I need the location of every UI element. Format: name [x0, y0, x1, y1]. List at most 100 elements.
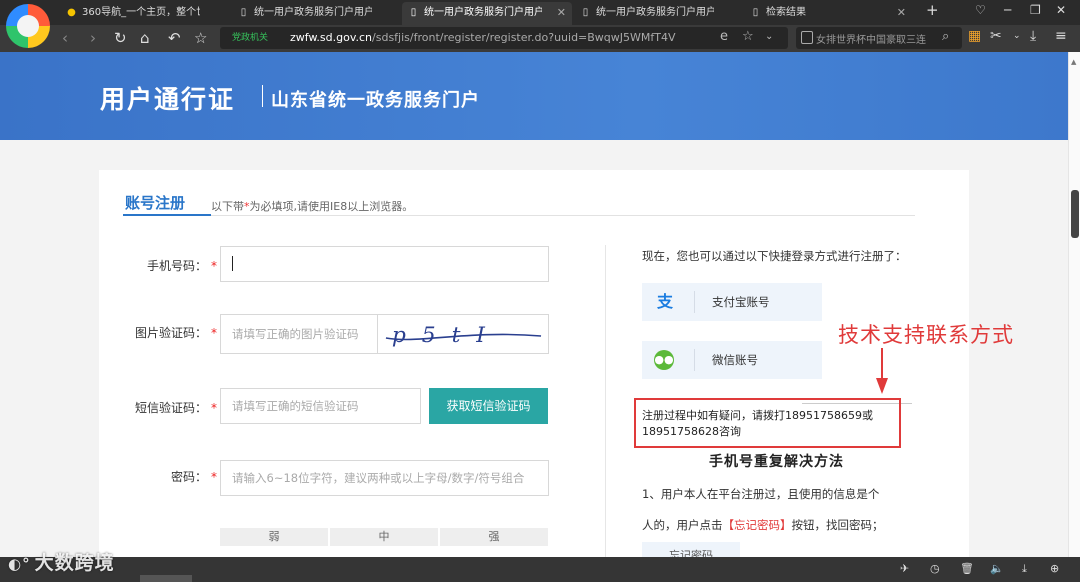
support-line: 18951758628咨询 — [642, 425, 741, 438]
tab-search-results[interactable]: ▯ 检索结果 ✕ — [744, 2, 912, 25]
page-icon: ▯ — [582, 7, 589, 18]
menu-icon[interactable]: ≡ — [1055, 28, 1067, 44]
tab-register-1[interactable]: ▯ 统一用户政务服务门户用户注 — [232, 2, 400, 25]
captcha-image[interactable]: p5tI — [377, 314, 547, 354]
support-contact-box: 注册过程中如有疑问，请拨打18951758659或 18951758628咨询 — [634, 398, 901, 448]
url-path: /sdsfjis/front/register/register.do?uuid… — [372, 31, 676, 44]
tab-register-active[interactable]: ▯ 统一用户政务服务门户用户注 ✕ — [402, 2, 572, 25]
forward-icon[interactable]: › — [90, 28, 96, 48]
watermark-logo-icon: ◐° — [8, 555, 31, 573]
zoom-icon[interactable]: ⊕ — [1050, 562, 1059, 575]
tab-account-register[interactable]: 账号注册 — [125, 192, 185, 213]
annotation-arrow-icon — [876, 348, 888, 394]
register-card: 账号注册 以下带*为必填项,请使用IE8以上浏览器。 手机号码： * 图片验证码：… — [99, 170, 969, 570]
ie-mode-icon[interactable]: e — [720, 29, 728, 44]
home-icon[interactable]: ⌂ — [140, 28, 150, 48]
page-icon: ▯ — [752, 7, 759, 18]
clock-icon[interactable]: ◷ — [930, 562, 940, 575]
alipay-label: 支付宝账号 — [712, 295, 770, 309]
phone-label: 手机号码： * — [107, 257, 217, 274]
required-mark: * — [211, 259, 217, 273]
tab-register-3[interactable]: ▯ 统一用户政务服务门户用户注 — [574, 2, 742, 25]
new-tab-button[interactable]: + — [926, 1, 939, 19]
trash-icon[interactable]: 🗑 — [960, 562, 974, 575]
address-toolbar: ‹ › ↻ ⌂ ↶ ☆ 党政机关 zwfw.sd.gov.cn/sdsfjis/… — [0, 25, 1080, 52]
close-icon[interactable]: ✕ — [557, 2, 566, 23]
reload-icon[interactable]: ↻ — [114, 28, 127, 48]
forgot-password-link[interactable]: 【忘记密码】 — [723, 518, 792, 532]
strength-strong: 强 — [440, 528, 548, 546]
tab-label: 统一用户政务服务门户用户注 — [596, 7, 714, 18]
scroll-up-icon[interactable]: ▲ — [1071, 58, 1076, 66]
phone-input[interactable] — [220, 246, 549, 282]
duplicate-phone-step: 人的，用户点击【忘记密码】按钮，找回密码； — [642, 517, 884, 533]
tools-dropdown-icon[interactable]: ⌄ — [1013, 31, 1021, 41]
captcha-text: p5tI — [392, 323, 501, 348]
close-window-icon[interactable]: ✕ — [1056, 3, 1066, 17]
password-label-text: 密码： — [170, 470, 207, 484]
required-hint: 以下带*为必填项,请使用IE8以上浏览器。 — [211, 198, 413, 214]
search-icon[interactable]: ⌕ — [942, 29, 949, 44]
apps-grid-icon[interactable]: ▦ — [968, 28, 981, 44]
download-icon[interactable]: ⤓ — [1030, 28, 1036, 44]
tab-label: 统一用户政务服务门户用户注 — [254, 7, 372, 18]
password-input[interactable]: 请输入6~18位字符，建议两种或以上字母/数字/符号组合 — [220, 460, 549, 496]
tools-icon[interactable]: ✂ — [990, 28, 1002, 44]
scroll-thumb[interactable] — [1071, 190, 1079, 238]
page-scrollbar[interactable]: ▲ — [1068, 52, 1080, 557]
support-line: 注册过程中如有疑问，请拨打18951758659或 — [642, 409, 873, 422]
url-domain: zwfw.sd.gov.cn — [290, 31, 373, 44]
alipay-login-button[interactable]: 支 支付宝账号 — [642, 283, 822, 321]
skin-icon[interactable]: ♡ — [975, 3, 986, 17]
get-sms-code-button[interactable]: 获取短信验证码 — [429, 388, 548, 424]
gov-badge: 党政机关 — [232, 33, 269, 43]
address-bar[interactable]: 党政机关 zwfw.sd.gov.cn/sdsfjis/front/regist… — [220, 27, 788, 49]
page-header: 用户通行证 山东省统一政务服务门户 — [0, 52, 1068, 140]
restore-icon[interactable]: ❐ — [1030, 3, 1041, 17]
brand-subtitle: 山东省统一政务服务门户 — [271, 90, 480, 111]
sms-code-input[interactable]: 请填写正确的短信验证码 — [220, 388, 421, 424]
tab-label: 检索结果 — [766, 7, 806, 18]
undo-icon[interactable]: ↶ — [168, 28, 181, 48]
minimize-icon[interactable]: ─ — [1004, 3, 1011, 17]
text-caret — [232, 256, 233, 271]
search-engine-icon — [801, 31, 813, 44]
search-box[interactable]: 女排世界杯中国豪取三连 ⌕ — [796, 27, 962, 49]
tab-strip: ● 360导航_一个主页，整个世界 ▯ 统一用户政务服务门户用户注 ▯ 统一用户… — [0, 0, 1080, 25]
tab-360-nav[interactable]: ● 360导航_一个主页，整个世界 — [60, 2, 228, 25]
required-mark: * — [211, 401, 217, 415]
step-text: 人的，用户点击 — [642, 518, 723, 532]
hint-text: 以下带 — [211, 200, 244, 213]
browser-logo[interactable] — [6, 4, 50, 48]
page-icon: ▯ — [240, 7, 247, 18]
favorite-star-icon[interactable]: ☆ — [194, 28, 207, 48]
bookmark-star-icon[interactable]: ☆ — [742, 29, 754, 44]
sms-label: 短信验证码： * — [107, 399, 217, 416]
captcha-label-text: 图片验证码： — [134, 326, 207, 340]
360-nav-icon: ● — [67, 7, 76, 18]
url-text: zwfw.sd.gov.cn/sdsfjis/front/register/re… — [290, 30, 676, 46]
duplicate-phone-title: 手机号重复解决方法 — [709, 454, 844, 470]
wechat-icon: ●● — [654, 350, 674, 370]
back-icon[interactable]: ‹ — [62, 28, 68, 48]
accelerate-icon[interactable]: ✈ — [900, 562, 909, 575]
support-annotation: 技术支持联系方式 — [838, 323, 1014, 347]
brand-divider — [262, 85, 263, 107]
volume-icon[interactable]: 🔈 — [990, 562, 1004, 575]
captcha-label: 图片验证码： * — [107, 324, 217, 341]
chevron-down-icon[interactable]: ⌄ — [765, 31, 773, 42]
watermark: ◐° 大数跨境 — [8, 548, 115, 575]
alipay-icon: 支 — [656, 292, 673, 311]
download-icon[interactable]: ⤓ — [1022, 562, 1027, 576]
tab-label: 统一用户政务服务门户用户注 — [424, 7, 542, 18]
search-text: 女排世界杯中国豪取三连 — [816, 35, 926, 46]
wechat-login-button[interactable]: ●● 微信账号 — [642, 341, 822, 379]
watermark-text: 大数跨境 — [34, 552, 115, 574]
close-icon[interactable]: ✕ — [897, 2, 906, 23]
strength-medium: 中 — [330, 528, 438, 546]
wechat-label: 微信账号 — [712, 353, 758, 367]
phone-label-text: 手机号码： — [146, 259, 207, 273]
column-divider — [605, 245, 606, 570]
quick-login-intro: 现在，您也可以通过以下快捷登录方式进行注册了： — [642, 249, 907, 263]
step-text: 按钮，找回密码； — [791, 518, 884, 532]
